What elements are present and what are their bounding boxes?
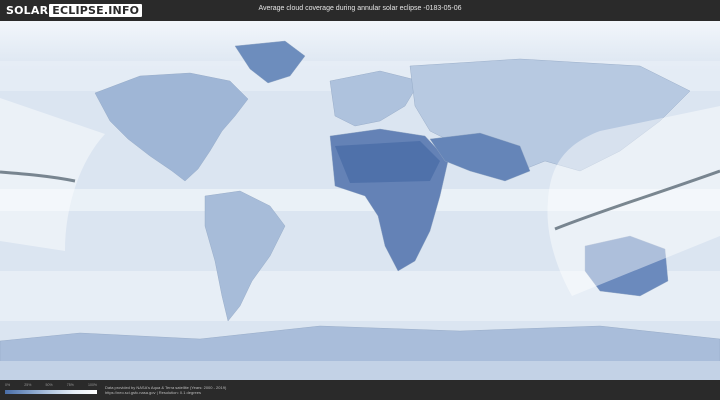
antarctic-interior <box>0 361 720 380</box>
credit-line-url: https://neo.sci.gsfc.nasa.gov | Resoluti… <box>105 390 201 395</box>
site-logo[interactable]: SOLAR ECLIPSE.INFO <box>6 4 143 17</box>
legend-tick: 50% <box>45 383 53 387</box>
legend-ticks: 0% 25% 50% 75% 100% <box>5 383 97 389</box>
legend-tick: 0% <box>5 383 11 387</box>
logo-text-eclipse-info: ECLIPSE.INFO <box>49 4 143 17</box>
cloud-coverage-map <box>0 21 720 380</box>
cloud-coverage-legend <box>5 390 97 394</box>
sahara-clear-sky <box>335 141 440 183</box>
legend-tick: 25% <box>24 383 32 387</box>
legend-tick: 75% <box>66 383 74 387</box>
page-title: Average cloud coverage during annular so… <box>258 5 462 12</box>
legend-tick: 100% <box>88 383 97 387</box>
data-credit: Data provided by NASA's Aqua & Terra sat… <box>105 385 226 395</box>
logo-text-solar: SOLAR <box>6 4 49 17</box>
header-bar: SOLAR ECLIPSE.INFO Average cloud coverag… <box>0 0 720 21</box>
